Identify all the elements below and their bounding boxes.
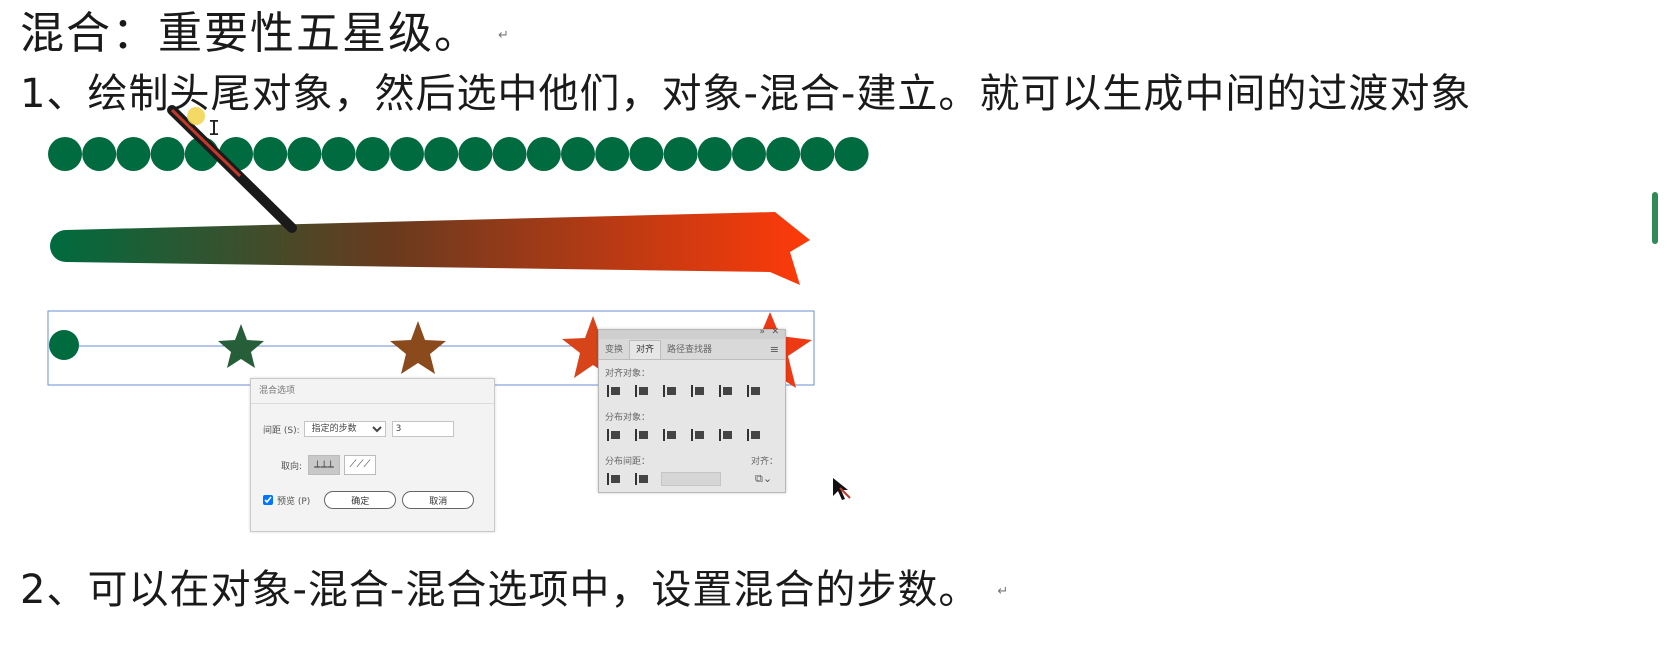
distribute-hcenter-icon[interactable] <box>717 428 735 442</box>
blend-circle[interactable] <box>697 137 732 171</box>
distribute-hspace-icon[interactable] <box>633 472 651 486</box>
blend-circle[interactable] <box>253 137 288 171</box>
smooth-blend-shape[interactable] <box>50 212 810 285</box>
distribute-spacing-buttons <box>605 472 721 486</box>
distribute-vcenter-icon[interactable] <box>633 428 651 442</box>
blend-circle[interactable] <box>458 137 493 171</box>
blend-circle[interactable] <box>321 137 356 171</box>
align-objects-buttons <box>605 384 763 398</box>
blend-circle[interactable] <box>629 137 664 171</box>
blend-circle[interactable] <box>663 137 698 171</box>
orientation-label: 取向: <box>281 461 303 472</box>
tab-pathfinder[interactable]: 路径查找器 <box>661 341 718 359</box>
align-left-icon[interactable] <box>605 384 623 398</box>
align-bottom-icon[interactable] <box>745 384 763 398</box>
align-hcenter-icon[interactable] <box>633 384 651 398</box>
align-right-icon[interactable] <box>661 384 679 398</box>
blend-circle[interactable] <box>526 137 561 171</box>
distribute-right-icon[interactable] <box>745 428 763 442</box>
align-to-path-button[interactable]: ⟋⟋⟋ <box>344 455 377 475</box>
blend-circle[interactable] <box>48 137 82 171</box>
dialog-title: 混合选项 <box>251 379 494 404</box>
steps-input[interactable] <box>391 421 454 437</box>
blend-circle[interactable] <box>595 137 630 171</box>
tab-align[interactable]: 对齐 <box>629 340 662 359</box>
cancel-button[interactable]: 取消 <box>402 491 475 509</box>
blend-circle[interactable] <box>561 137 595 171</box>
spacing-label: 间距 (S): <box>263 425 300 436</box>
distribute-left-icon[interactable] <box>689 428 707 442</box>
blend-step-star-2[interactable] <box>390 321 446 374</box>
distribute-objects-buttons <box>605 428 763 442</box>
align-to-page-button[interactable]: ⟂⟂⟂ <box>308 455 341 475</box>
blend-circle[interactable] <box>116 137 151 171</box>
blend-circle[interactable] <box>766 137 801 171</box>
blend-circle[interactable] <box>834 137 869 171</box>
distribute-bottom-icon[interactable] <box>661 428 679 442</box>
align-objects-label: 对齐对象： <box>605 369 651 379</box>
blend-circle[interactable] <box>492 137 527 171</box>
blend-circle[interactable] <box>287 137 322 171</box>
ok-button[interactable]: 确定 <box>324 491 397 509</box>
spacing-value-field[interactable] <box>661 472 721 486</box>
distribute-objects-label: 分布对象： <box>605 413 651 423</box>
blend-circle[interactable] <box>732 137 766 171</box>
blend-circle[interactable] <box>150 137 185 171</box>
blend-options-dialog: 混合选项 间距 (S): 指定的步数 取向: ⟂⟂⟂ ⟋⟋⟋ 预览 (P) 确定… <box>250 378 495 532</box>
blend-circle[interactable] <box>424 137 459 171</box>
distribute-vspace-icon[interactable] <box>605 472 623 486</box>
distribute-top-icon[interactable] <box>605 428 623 442</box>
blend-circle[interactable] <box>800 137 835 171</box>
panel-topbar: » ✕ <box>599 327 785 339</box>
mouse-pointer-icon <box>833 478 851 500</box>
menu-icon[interactable]: ≡ <box>770 343 779 356</box>
preview-label: 预览 (P) <box>277 496 311 507</box>
align-vcenter-icon[interactable] <box>717 384 735 398</box>
align-top-icon[interactable] <box>689 384 707 398</box>
blended-circle-row[interactable] <box>48 137 869 171</box>
spacing-select[interactable]: 指定的步数 <box>303 421 386 437</box>
distribute-spacing-label: 分布间距： <box>605 457 651 467</box>
align-panel: » ✕ 变换 对齐 路径查找器 ≡ 对齐对象： 分布对象： 分布间距： 对齐： … <box>598 327 786 493</box>
text-cursor-icon: I <box>208 116 221 140</box>
blend-circle[interactable] <box>355 137 390 171</box>
blend-start-circle[interactable] <box>49 330 79 360</box>
blend-circle[interactable] <box>390 137 424 171</box>
blend-circle[interactable] <box>82 137 117 171</box>
align-to-selection-icon[interactable]: ⧉⌄ <box>755 472 772 486</box>
blend-step-star-1[interactable] <box>218 324 264 368</box>
close-icon[interactable]: ✕ <box>771 327 779 337</box>
preview-checkbox[interactable] <box>263 495 273 505</box>
panel-tabs: 变换 对齐 路径查找器 ≡ <box>599 339 785 360</box>
scrollbar-thumb[interactable] <box>1652 192 1658 244</box>
tab-transform[interactable]: 变换 <box>599 341 629 359</box>
align-to-label: 对齐： <box>751 457 779 467</box>
collapse-icon[interactable]: » <box>759 327 765 337</box>
illustrator-artboard[interactable] <box>0 0 1667 654</box>
